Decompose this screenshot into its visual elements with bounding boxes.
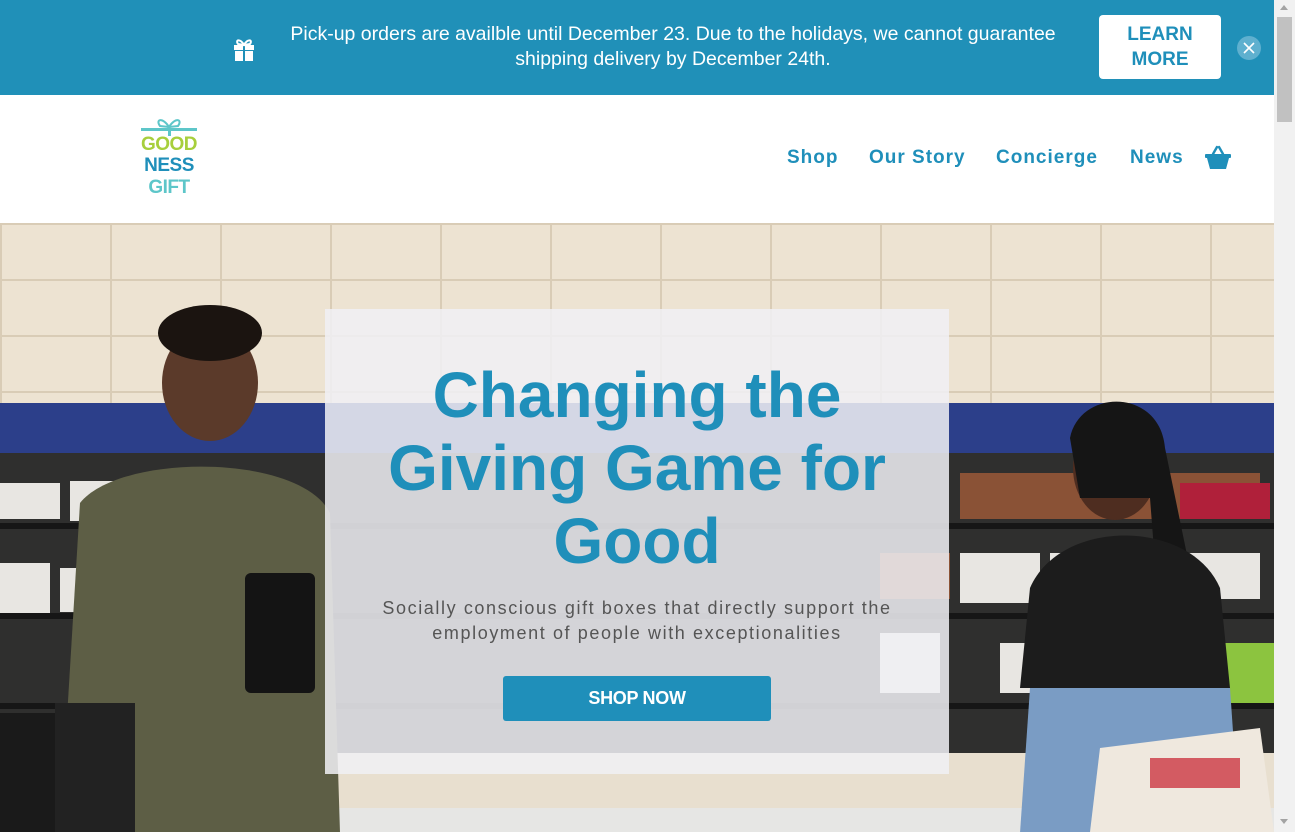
- nav-item-our-story[interactable]: Our Story: [869, 147, 966, 169]
- nav-item-concierge[interactable]: Concierge: [996, 147, 1098, 169]
- logo-line-gift: GIFT: [148, 177, 190, 198]
- hero-gift-box: [1090, 728, 1274, 832]
- learn-more-label: LEARN MORE: [1127, 24, 1193, 70]
- close-announcement-button[interactable]: [1237, 36, 1261, 60]
- logo-line-good: GOOD: [140, 134, 198, 155]
- basket-icon[interactable]: [1204, 145, 1232, 171]
- hero-section: Changing the Giving Game for Good Social…: [0, 223, 1274, 832]
- announcement-bar: Pick-up orders are availble until Decemb…: [0, 0, 1274, 95]
- shop-now-button[interactable]: SHOP NOW: [503, 676, 771, 721]
- goodness-gift-logo[interactable]: GOOD NESS GIFT: [139, 117, 199, 203]
- scrollbar-thumb[interactable]: [1277, 17, 1292, 122]
- announcement-text: Pick-up orders are availble until Decemb…: [290, 23, 1056, 70]
- site-header: GOOD NESS GIFT Shop Our Story Concierge …: [0, 95, 1274, 223]
- page-scrollbar[interactable]: [1274, 0, 1295, 832]
- gift-icon: [232, 36, 256, 62]
- scroll-up-arrow-icon[interactable]: [1280, 5, 1288, 10]
- close-icon: [1243, 42, 1255, 54]
- hero-popcorn-bags: [0, 703, 135, 832]
- scroll-down-arrow-icon[interactable]: [1280, 819, 1288, 824]
- hero-title: Changing the Giving Game for Good: [388, 359, 886, 577]
- nav-item-news[interactable]: News: [1130, 147, 1184, 169]
- learn-more-button[interactable]: LEARN MORE: [1099, 15, 1221, 79]
- hero-card: Changing the Giving Game for Good Social…: [325, 309, 949, 774]
- nav-item-shop[interactable]: Shop: [787, 147, 839, 169]
- hero-subtitle: Socially conscious gift boxes that direc…: [382, 598, 892, 643]
- logo-line-ness: NESS: [144, 155, 194, 176]
